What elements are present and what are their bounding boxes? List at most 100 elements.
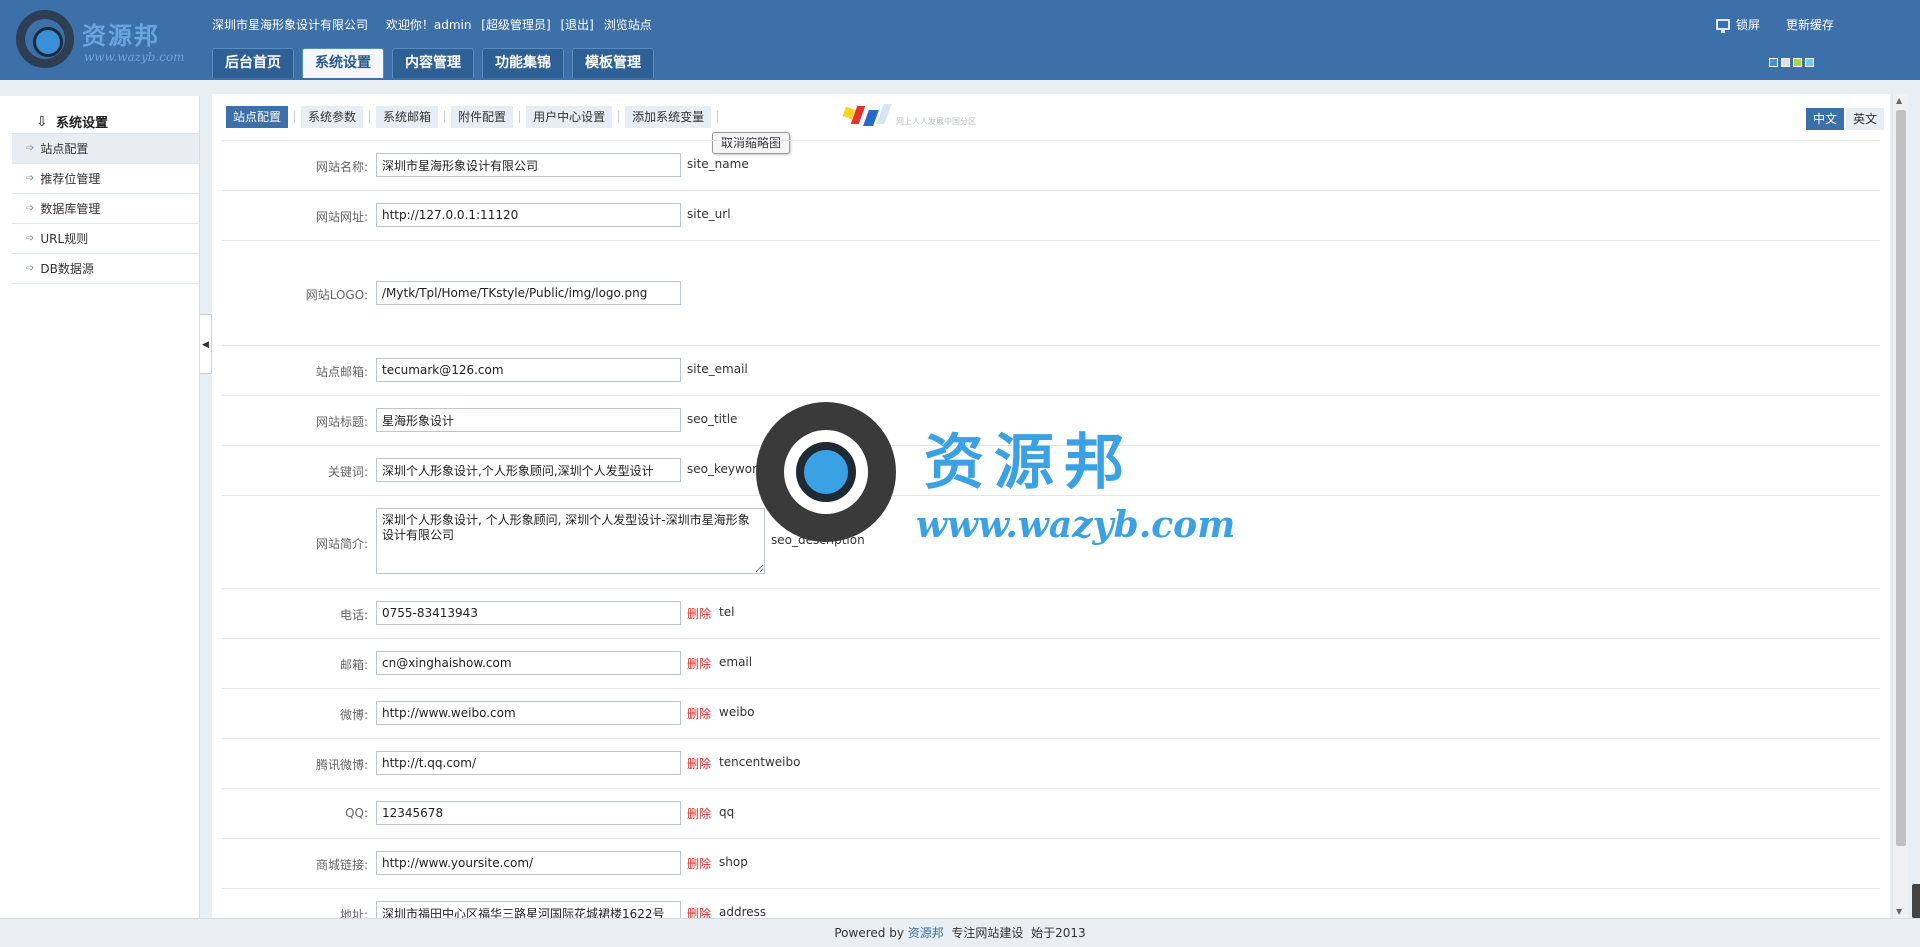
site-url-input[interactable]: [376, 203, 681, 227]
weibo-input[interactable]: [376, 701, 681, 725]
logo-url: www.wazyb.com: [84, 50, 185, 64]
field-label: 网站标题:: [315, 415, 368, 429]
divider: [717, 111, 719, 123]
site-logo[interactable]: 资源邦 www.wazyb.com: [16, 10, 186, 72]
field-label: 商城链接:: [315, 858, 368, 872]
field-label: QQ:: [345, 806, 368, 820]
lang-chinese-button[interactable]: 中文: [1805, 108, 1844, 130]
nav-tab-features[interactable]: 功能集锦: [482, 48, 564, 78]
address-input[interactable]: [376, 901, 681, 918]
scrollbar-thumb[interactable]: [1896, 110, 1906, 846]
form-row-tencent-weibo: 腾讯微博: 删除 tencentweibo: [222, 739, 1880, 789]
field-label: 电话:: [339, 608, 368, 622]
shop-link-input[interactable]: [376, 851, 681, 875]
seo-title-input[interactable]: [376, 408, 681, 432]
form-row-site-logo: 网站LOGO:: [222, 241, 1880, 346]
nav-tab-templates[interactable]: 模板管理: [572, 48, 654, 78]
sidebar-list: ➩ 站点配置 ➩ 推荐位管理 ➩ 数据库管理 ➩ URL规则 ➩ DB数据源: [12, 134, 199, 284]
variable-name: address: [719, 905, 767, 918]
divider: [618, 111, 620, 123]
variable-name: qq: [719, 805, 735, 819]
skin-swatch-3[interactable]: [1793, 58, 1802, 67]
footer-brand-link[interactable]: 资源邦: [908, 926, 944, 940]
variable-name: site_url: [687, 207, 731, 221]
main-content: 站点配置 系统参数 系统邮箱 附件配置 用户中心设置 添加系统变量 取消缩略图 …: [212, 94, 1890, 918]
subtab-system-params[interactable]: 系统参数: [301, 106, 364, 128]
subtab-site-config[interactable]: 站点配置: [226, 106, 289, 128]
monitor-icon: [1715, 19, 1730, 33]
subtab-attachment[interactable]: 附件配置: [451, 106, 514, 128]
delete-link[interactable]: 删除: [687, 605, 711, 622]
sidebar-item-database[interactable]: ➩ 数据库管理: [12, 194, 199, 224]
logo-text: 资源邦: [82, 21, 160, 50]
field-label: 微博:: [339, 708, 368, 722]
edge-grip[interactable]: [1912, 884, 1920, 918]
scroll-up-icon[interactable]: ▲: [1896, 96, 1902, 105]
gear-logo-icon: [16, 10, 74, 68]
arrow-right-icon: ➩: [26, 142, 35, 154]
footer: Powered by 资源邦 专注网站建设 始于2013: [0, 918, 1920, 947]
form-row-email: 邮箱: 删除 email: [222, 639, 1880, 689]
form-row-site-name: 网站名称: site_name: [222, 141, 1880, 191]
qq-input[interactable]: [376, 801, 681, 825]
lock-screen-link[interactable]: 锁屏: [1736, 16, 1760, 33]
vertical-scrollbar[interactable]: ▲ ▼: [1892, 94, 1908, 918]
field-label: 腾讯微博:: [315, 758, 368, 772]
seo-description-textarea[interactable]: 深圳个人形象设计, 个人形象顾问, 深圳个人发型设计-深圳市星海形象设计有限公司: [376, 508, 765, 574]
down-arrow-icon: ⇩: [36, 113, 48, 130]
form-row-seo-title: 网站标题: seo_title: [222, 396, 1880, 446]
skin-switcher: [1766, 58, 1814, 67]
divider: [294, 111, 296, 123]
subtab-system-mail[interactable]: 系统邮箱: [376, 106, 439, 128]
field-label: 网站LOGO:: [305, 288, 368, 302]
nav-tab-system-settings[interactable]: 系统设置: [302, 48, 384, 78]
seo-keywords-input[interactable]: [376, 458, 681, 482]
update-cache-link[interactable]: 更新缓存: [1786, 16, 1834, 33]
skin-swatch-1[interactable]: [1769, 58, 1778, 67]
delete-link[interactable]: 删除: [687, 655, 711, 672]
delete-link[interactable]: 删除: [687, 755, 711, 772]
delete-link[interactable]: 删除: [687, 905, 711, 918]
divider: [444, 111, 446, 123]
nav-tab-home[interactable]: 后台首页: [212, 48, 294, 78]
delete-link[interactable]: 删除: [687, 705, 711, 722]
browse-site-link[interactable]: 浏览站点: [604, 18, 652, 32]
sidebar-item-recommend[interactable]: ➩ 推荐位管理: [12, 164, 199, 194]
subtab-user-center[interactable]: 用户中心设置: [526, 106, 613, 128]
delete-link[interactable]: 删除: [687, 805, 711, 822]
form-row-qq: QQ: 删除 qq: [222, 789, 1880, 839]
variable-name: seo_title: [687, 412, 738, 426]
form-row-weibo: 微博: 删除 weibo: [222, 689, 1880, 739]
sidebar-item-db-source[interactable]: ➩ DB数据源: [12, 254, 199, 284]
tencent-weibo-input[interactable]: [376, 751, 681, 775]
sidebar-item-url-rules[interactable]: ➩ URL规则: [12, 224, 199, 254]
field-label: 地址:: [339, 908, 368, 918]
logout-link[interactable]: [退出]: [560, 18, 593, 32]
tel-input[interactable]: [376, 601, 681, 625]
role-link[interactable]: [超级管理员]: [481, 18, 550, 32]
skin-swatch-2[interactable]: [1781, 58, 1790, 67]
sidebar-item-label: 站点配置: [40, 141, 89, 156]
form-row-site-url: 网站网址: site_url: [222, 191, 1880, 241]
delete-link[interactable]: 删除: [687, 855, 711, 872]
skin-swatch-4[interactable]: [1805, 58, 1814, 67]
subtab-add-variable[interactable]: 添加系统变量: [625, 106, 712, 128]
site-logo-input[interactable]: [376, 281, 681, 305]
lang-english-button[interactable]: 英文: [1845, 108, 1884, 130]
nav-tab-content[interactable]: 内容管理: [392, 48, 474, 78]
sidebar-item-label: DB数据源: [40, 261, 94, 276]
form-row-address: 地址: 删除 address: [222, 889, 1880, 918]
arrow-right-icon: ➩: [26, 172, 35, 184]
sidebar-item-site-config[interactable]: ➩ 站点配置: [12, 134, 199, 164]
sidebar-item-label: 推荐位管理: [40, 171, 101, 186]
field-label: 邮箱:: [339, 658, 368, 672]
site-name-input[interactable]: [376, 153, 681, 177]
scroll-down-icon[interactable]: ▼: [1896, 907, 1902, 916]
sidebar-title: 系统设置: [56, 116, 109, 131]
footer-prefix: Powered by: [834, 926, 904, 940]
variable-name: tel: [719, 605, 735, 619]
site-email-input[interactable]: [376, 358, 681, 382]
email-input[interactable]: [376, 651, 681, 675]
sidebar-collapse-handle[interactable]: ◀: [200, 314, 212, 374]
divider: [519, 111, 521, 123]
